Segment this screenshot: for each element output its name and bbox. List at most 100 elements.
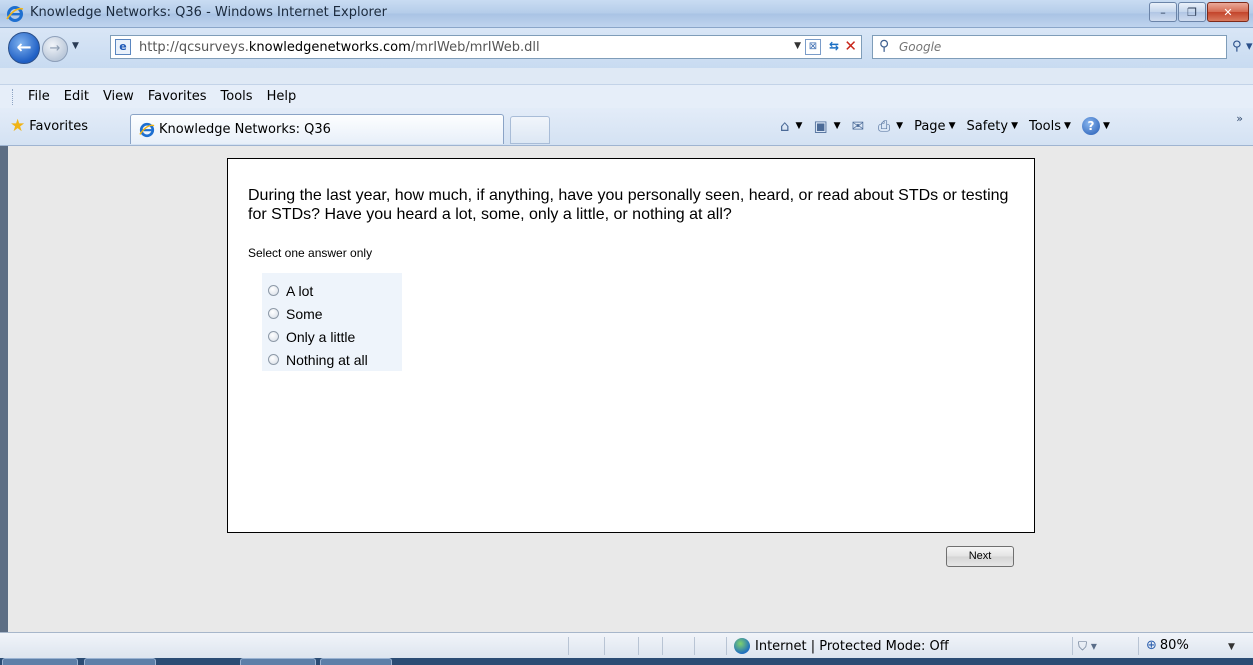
menu-help[interactable]: Help [260,89,304,104]
home-button[interactable]: ⌂ ▼ [780,117,802,135]
toolbar-grip [12,88,15,105]
search-go-icon[interactable]: ⚲ ▾ [1232,39,1253,54]
print-button[interactable]: ⎙ ▼ [878,117,903,135]
menu-tools[interactable]: Tools [214,89,260,104]
safety-menu-label: Safety [966,118,1009,134]
command-bar: ⌂ ▼ ▣ ▼ ✉ ⎙ ▼ Page ▼ Safety ▼ Tools ▼ ? ▼ [780,117,1121,135]
answer-option-nothing-at-all[interactable]: Nothing at all [262,348,402,371]
refresh-icon[interactable]: ⇆ [829,39,839,53]
chevron-down-icon: ▼ [896,121,904,131]
page-menu-label: Page [914,118,946,134]
answer-label: Only a little [286,328,356,345]
maximize-button[interactable]: ❐ [1178,2,1206,22]
status-divider [726,637,727,655]
help-icon: ? [1081,117,1100,135]
menu-file[interactable]: File [21,89,57,104]
tools-menu-label: Tools [1029,118,1062,134]
search-icon: ⚲ [879,38,890,54]
favorites-label: Favorites [29,119,88,134]
menu-favorites[interactable]: Favorites [141,89,214,104]
question-text: During the last year, how much, if anyth… [248,187,1009,223]
back-button[interactable]: ← [8,32,40,64]
menu-edit[interactable]: Edit [57,89,96,104]
answer-label: A lot [286,282,314,299]
answer-label: Nothing at all [286,351,368,368]
radio-button[interactable] [268,308,279,319]
mail-icon: ✉ [851,117,865,135]
chevron-down-icon: ▼ [795,121,803,131]
page-menu-button[interactable]: Page ▼ [914,119,955,134]
taskbar-button[interactable] [84,658,156,665]
answer-option-some[interactable]: Some [262,302,402,325]
tab-active[interactable]: Knowledge Networks: Q36 [130,114,504,144]
page-icon: e [115,39,131,55]
chevron-down-icon: ▼ [1011,121,1018,131]
star-icon: ★ [10,116,26,136]
favorites-button[interactable]: ★ Favorites [10,118,88,135]
help-menu-button[interactable]: ? ▼ [1081,117,1110,135]
address-bar[interactable]: e http://qcsurveys.knowledgenetworks.com… [110,35,862,59]
security-zone[interactable]: Internet | Protected Mode: Off [734,638,949,654]
survey-panel: During the last year, how much, if anyth… [227,158,1035,533]
chevron-down-icon: ▼ [1064,121,1071,131]
print-icon: ⎙ [878,117,891,135]
answer-option-only-a-little[interactable]: Only a little [262,325,402,348]
new-tab-button[interactable] [510,116,550,144]
address-dropdown-icon[interactable]: ▼ [794,41,801,51]
answer-option-a-lot[interactable]: A lot [262,279,402,302]
tab-label: Knowledge Networks: Q36 [159,122,331,137]
stop-icon[interactable]: ✕ [844,37,857,55]
toolbar-overflow-icon[interactable]: » [1236,112,1243,125]
search-input[interactable] [899,38,1199,56]
next-button[interactable]: Next [946,546,1014,567]
close-button[interactable]: ✕ [1207,2,1249,22]
navigation-bar: ← → ▼ e http://qcsurveys.knowledgenetwor… [0,28,1253,68]
zoom-dropdown-icon[interactable]: ▼ [1228,642,1235,652]
address-url[interactable]: http://qcsurveys.knowledgenetworks.com/m… [139,40,540,55]
compatibility-view-icon[interactable]: ⊠ [805,39,821,55]
ie-logo-icon [139,122,155,137]
minimize-button[interactable]: – [1149,2,1177,22]
status-divider [1072,637,1073,655]
page-content: During the last year, how much, if anyth… [0,146,1253,632]
chevron-down-icon: ▼ [948,121,956,131]
status-divider [604,637,605,655]
status-divider [1138,637,1139,655]
zoom-icon: ⊕ [1146,638,1157,653]
taskbar [0,658,1253,665]
forward-button[interactable]: → [42,36,68,62]
search-box[interactable]: ⚲ [872,35,1227,59]
chevron-down-icon: ▼ [1102,121,1110,131]
answer-label: Some [286,305,323,322]
menu-view[interactable]: View [96,89,141,104]
window-titlebar: Knowledge Networks: Q36 - Windows Intern… [0,0,1253,28]
feeds-button[interactable]: ▣ ▼ [813,117,840,135]
feeds-icon: ▣ [813,117,828,135]
protected-mode-icon[interactable]: ⛉ ▾ [1078,639,1097,654]
status-divider [662,637,663,655]
tab-bar: ★ Favorites Knowledge Networks: Q36 ⌂ ▼ ▣… [0,108,1253,146]
tools-menu-button[interactable]: Tools ▼ [1029,119,1071,134]
instruction-text: Select one answer only [248,246,373,260]
globe-icon [734,638,750,654]
zoom-control[interactable]: ⊕ 80% [1146,638,1189,653]
taskbar-button[interactable] [320,658,392,665]
security-zone-label: Internet | Protected Mode: Off [755,638,949,654]
home-icon: ⌂ [780,117,790,135]
status-divider [694,637,695,655]
menu-bar: File Edit View Favorites Tools Help [0,84,1253,108]
zoom-level: 80% [1159,638,1189,653]
taskbar-button[interactable] [240,658,316,665]
radio-button[interactable] [268,285,279,296]
read-mail-button[interactable]: ✉ [852,117,868,135]
status-divider [568,637,569,655]
recent-pages-dropdown[interactable]: ▼ [72,41,79,51]
answer-options: A lot Some Only a little Nothing at all [262,273,402,371]
radio-button[interactable] [268,331,279,342]
status-bar: Internet | Protected Mode: Off ⛉ ▾ ⊕ 80%… [0,632,1253,658]
chevron-down-icon: ▼ [833,121,841,131]
safety-menu-button[interactable]: Safety ▼ [966,119,1018,134]
taskbar-button[interactable] [2,658,78,665]
status-divider [638,637,639,655]
radio-button[interactable] [268,354,279,365]
